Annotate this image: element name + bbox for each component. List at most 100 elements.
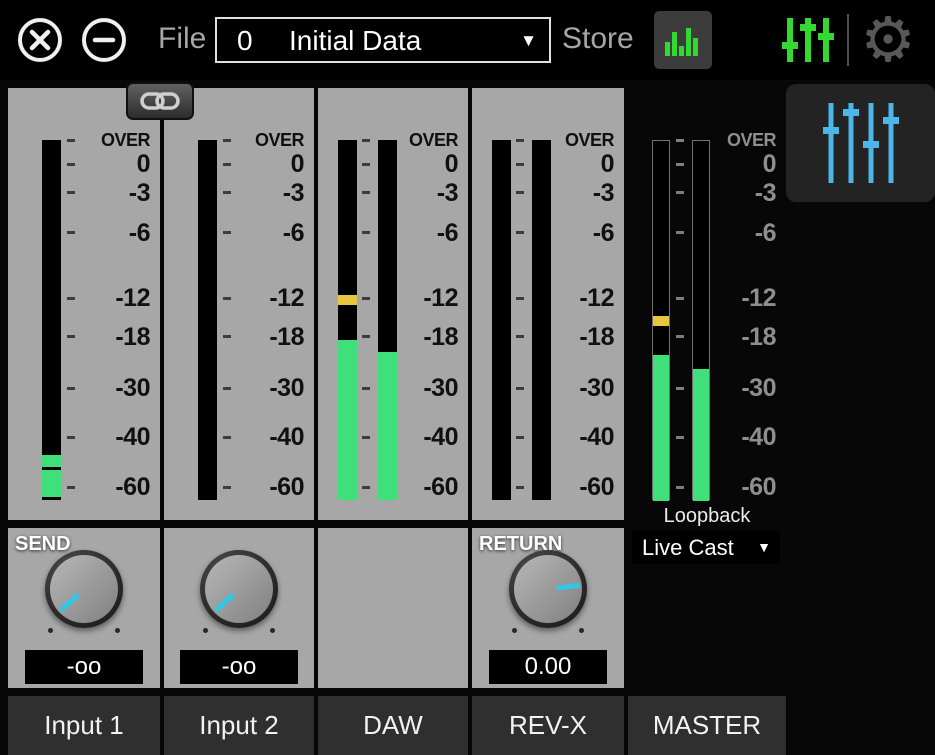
meter-tick: [67, 139, 75, 142]
close-button[interactable]: [17, 17, 63, 63]
meter-view-button[interactable]: [654, 11, 712, 69]
meter-tick: [67, 191, 75, 194]
meter-panel: OVER0-3-6-12-18-30-40-60: [472, 88, 624, 520]
knob-value-display[interactable]: -oo: [180, 650, 298, 684]
meter-tick: [676, 231, 684, 234]
meter-tick: [676, 139, 684, 142]
channel-strip-input-2: OVER0-3-6-12-18-30-40-60-ooInput 2: [164, 80, 314, 755]
meter-tick: [362, 139, 370, 142]
meter-scale-label: -60: [115, 474, 150, 500]
meter-scale-label: OVER: [255, 129, 304, 151]
knob-panel: [318, 528, 468, 688]
knob-min-dot: [48, 628, 53, 633]
knob-panel: SEND-oo: [8, 528, 160, 688]
meter-scale-label: -12: [269, 285, 304, 311]
close-icon: [17, 17, 63, 63]
level-knob[interactable]: [200, 550, 278, 628]
channel-name: REV-X: [509, 710, 587, 740]
peak-hold-segment: [653, 316, 669, 326]
meter-tick: [223, 335, 231, 338]
level-meter: [692, 140, 710, 500]
meter-fill-segment: [338, 340, 357, 500]
meter-tick: [223, 139, 231, 142]
meter-scale-label: -30: [423, 375, 458, 401]
meter-scale-label: 0: [445, 151, 458, 177]
meter-panel: OVER0-3-6-12-18-30-40-60: [318, 88, 468, 520]
channel-name-cell: REV-X: [472, 696, 624, 755]
preset-dropdown[interactable]: 0 Initial Data ▼: [215, 17, 551, 63]
settings-button[interactable]: ⚙: [852, 0, 924, 80]
stereo-link-button[interactable]: [126, 82, 194, 120]
meter-tick: [676, 387, 684, 390]
mixer-main-view: OVER0-3-6-12-18-30-40-60SEND-ooInput 1OV…: [0, 80, 935, 755]
channel-name: DAW: [363, 710, 423, 740]
channel-name: Input 1: [44, 710, 124, 740]
meter-scale-label: -40: [741, 424, 776, 450]
meter-scale-label: -6: [755, 220, 776, 246]
level-meter: [42, 140, 61, 500]
meter-tick: [676, 163, 684, 166]
knob-face: [514, 555, 582, 623]
level-meter: [338, 140, 357, 500]
meter-tick: [516, 191, 524, 194]
minimize-button[interactable]: [81, 17, 127, 63]
channel-name: Input 2: [199, 710, 279, 740]
store-button[interactable]: Store: [562, 22, 634, 56]
meter-tick: [516, 297, 524, 300]
meter-scale-label: -40: [579, 424, 614, 450]
meter-fill-segment: [653, 355, 669, 501]
channel-strip-input-1: OVER0-3-6-12-18-30-40-60SEND-ooInput 1: [8, 80, 160, 755]
meter-tick: [67, 486, 75, 489]
meter-scale-label: -3: [437, 180, 458, 206]
loopback-label: Loopback: [628, 505, 786, 528]
meter-tick: [676, 436, 684, 439]
meter-tick: [362, 191, 370, 194]
meter-scale-label: -60: [269, 474, 304, 500]
meter-scale-label: -6: [283, 220, 304, 246]
level-knob[interactable]: [509, 550, 587, 628]
meter-scale-label: -12: [579, 285, 614, 311]
meter-scale-label: OVER: [409, 129, 458, 151]
meter-scale-label: OVER: [101, 129, 150, 151]
knob-min-dot: [512, 628, 517, 633]
level-knob[interactable]: [45, 550, 123, 628]
meter-tick: [676, 191, 684, 194]
knob-value-display[interactable]: -oo: [25, 650, 143, 684]
meter-bars-icon: [663, 20, 703, 60]
meter-panel: OVER0-3-6-12-18-30-40-60: [164, 88, 314, 520]
meter-tick: [223, 436, 231, 439]
meter-scale-label: 0: [291, 151, 304, 177]
meter-fill-segment: [42, 455, 61, 467]
channel-strip-view-button[interactable]: [774, 15, 842, 65]
knob-panel: RETURN0.00: [472, 528, 624, 688]
meter-scale-label: -3: [283, 180, 304, 206]
meter-scale-label: -3: [755, 180, 776, 206]
meter-tick: [67, 335, 75, 338]
meter-scale-label: -6: [437, 220, 458, 246]
meter-scale-label: -12: [115, 285, 150, 311]
meter-scale-label: -40: [115, 424, 150, 450]
meter-tick: [223, 297, 231, 300]
meter-scale-label: -6: [593, 220, 614, 246]
meter-scale-label: -12: [423, 285, 458, 311]
channel-strip-daw: OVER0-3-6-12-18-30-40-60DAW: [318, 80, 468, 755]
dropdown-caret-icon: ▼: [520, 31, 537, 51]
toolbar-divider: [847, 14, 849, 66]
meter-scale-label: -18: [423, 324, 458, 350]
knob-max-dot: [115, 628, 120, 633]
meter-tick: [516, 486, 524, 489]
meter-tick: [362, 335, 370, 338]
master-section-tab[interactable]: [786, 84, 935, 202]
file-label: File: [158, 22, 206, 56]
loopback-select[interactable]: Live Cast▼: [632, 531, 780, 564]
titlebar: File 0 Initial Data ▼ Store: [0, 0, 935, 80]
meter-tick: [223, 191, 231, 194]
link-chain-icon: [140, 90, 180, 112]
meter-fill-segment: [42, 470, 61, 497]
level-meter: [378, 140, 397, 500]
knob-value-display[interactable]: 0.00: [489, 650, 607, 684]
meter-tick: [362, 297, 370, 300]
dropdown-caret-icon: ▼: [757, 531, 771, 564]
meter-tick: [516, 436, 524, 439]
minimize-icon: [81, 17, 127, 63]
